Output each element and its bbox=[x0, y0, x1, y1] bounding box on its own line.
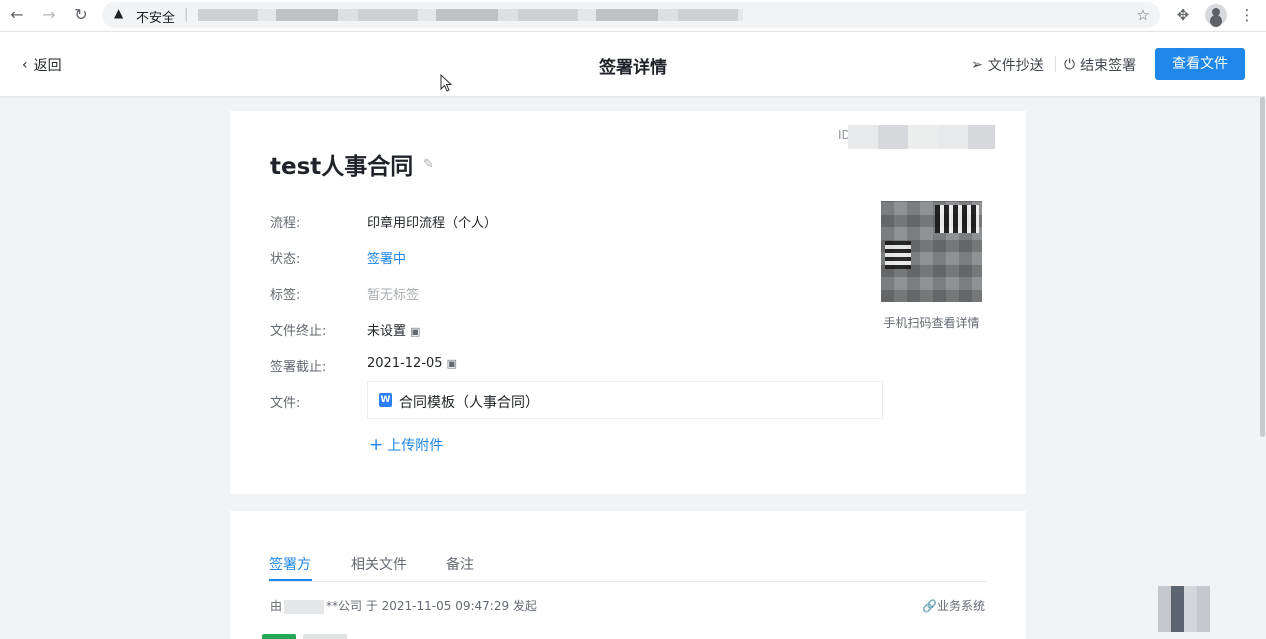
tab-related-files[interactable]: 相关文件 bbox=[351, 554, 407, 574]
detail-card: ID test人事合同 ✎ 流程: 印章用印流程（个人） 状态: 签署中 标签:… bbox=[230, 111, 1026, 494]
sign-deadline-value[interactable]: 2021-12-05 ▣ bbox=[367, 356, 457, 371]
view-file-button[interactable]: 查看文件 bbox=[1155, 48, 1245, 80]
field-label: 文件: bbox=[270, 396, 301, 411]
kebab-menu-icon[interactable]: ⋮ bbox=[1236, 4, 1258, 26]
link-icon: 🔗 bbox=[922, 599, 937, 613]
sign-deadline-text: 2021-12-05 bbox=[367, 356, 443, 371]
insecure-label: 不安全 bbox=[136, 11, 176, 26]
copy-file-button[interactable]: ➢ 文件抄送 bbox=[971, 55, 1044, 75]
origin-prefix: 由 bbox=[270, 599, 283, 613]
reload-icon[interactable]: ↻ bbox=[70, 4, 92, 26]
page-scrollbar[interactable] bbox=[1258, 97, 1266, 437]
business-system-label: 业务系统 bbox=[936, 599, 985, 613]
app-header: ‹ 返回 签署详情 ➢ 文件抄送 ⏻ 结束签署 查看文件 bbox=[0, 32, 1266, 96]
tags-value[interactable]: 暂无标签 bbox=[367, 284, 419, 303]
plus-icon: + bbox=[369, 435, 384, 455]
field-value: 印章用印流程（个人） bbox=[367, 216, 498, 231]
status-badge: 签署中 bbox=[367, 252, 407, 267]
field-label: 标签: bbox=[270, 288, 301, 303]
star-icon[interactable]: ☆ bbox=[1132, 4, 1154, 26]
end-sign-button[interactable]: ⏻ 结束签署 bbox=[1064, 55, 1136, 75]
calendar-icon[interactable]: ▣ bbox=[410, 325, 420, 338]
warning-icon: ▲ bbox=[114, 6, 124, 20]
field-label: 文件终止: bbox=[270, 324, 327, 339]
document-title: test人事合同 bbox=[270, 154, 414, 180]
tab-notes[interactable]: 备注 bbox=[446, 554, 474, 574]
qr-code-image bbox=[881, 201, 982, 302]
tab-divider bbox=[269, 581, 986, 582]
signer-badge bbox=[303, 634, 347, 639]
company-name-redacted bbox=[284, 599, 325, 614]
copy-file-label: 文件抄送 bbox=[987, 58, 1044, 74]
upload-label: 上传附件 bbox=[387, 438, 444, 454]
field-label: 流程: bbox=[270, 216, 301, 231]
power-icon: ⏻ bbox=[1064, 57, 1076, 73]
origin-info: 由 **公司 于 2021-11-05 09:47:29 发起 bbox=[270, 597, 537, 614]
profile-icon[interactable] bbox=[1205, 4, 1227, 26]
send-icon: ➢ bbox=[971, 57, 983, 73]
word-file-icon: W bbox=[379, 393, 392, 407]
file-end-value[interactable]: 未设置 ▣ bbox=[367, 320, 420, 339]
arrow-right-icon[interactable]: → bbox=[38, 4, 60, 26]
qr-caption: 手机扫码查看详情 bbox=[883, 316, 980, 330]
origin-suffix: **公司 于 2021-11-05 09:47:29 发起 bbox=[326, 599, 537, 613]
end-sign-label: 结束签署 bbox=[1080, 58, 1137, 74]
calendar-icon[interactable]: ▣ bbox=[447, 357, 457, 370]
file-name: 合同模板（人事合同） bbox=[399, 395, 539, 411]
signer-badge bbox=[262, 634, 296, 639]
address-bar[interactable]: ▲ 不安全 | bbox=[102, 2, 1160, 28]
url-divider: | bbox=[184, 7, 189, 22]
file-item[interactable]: W 合同模板（人事合同） bbox=[367, 381, 883, 419]
browser-toolbar: ← → ↻ ▲ 不安全 | ☆ ✥ ⋮ bbox=[0, 0, 1266, 32]
tab-signers[interactable]: 签署方 bbox=[269, 554, 311, 574]
header-divider bbox=[1055, 56, 1056, 72]
upload-attachment-button[interactable]: + 上传附件 bbox=[369, 435, 443, 455]
arrow-left-icon[interactable]: ← bbox=[6, 4, 28, 26]
id-value-redacted bbox=[848, 125, 995, 149]
file-end-text: 未设置 bbox=[367, 324, 407, 339]
field-label: 签署截止: bbox=[270, 360, 327, 375]
field-label: 状态: bbox=[270, 252, 301, 267]
floating-widget-redacted[interactable] bbox=[1158, 586, 1210, 632]
url-text-redacted bbox=[198, 9, 743, 21]
puzzle-icon[interactable]: ✥ bbox=[1172, 4, 1194, 26]
business-system-link[interactable]: 🔗业务系统 bbox=[922, 597, 985, 614]
sign-card: 签署方 相关文件 备注 由 **公司 于 2021-11-05 09:47:29 … bbox=[230, 511, 1026, 639]
mouse-cursor-icon bbox=[440, 74, 453, 92]
pencil-icon[interactable]: ✎ bbox=[423, 157, 434, 172]
